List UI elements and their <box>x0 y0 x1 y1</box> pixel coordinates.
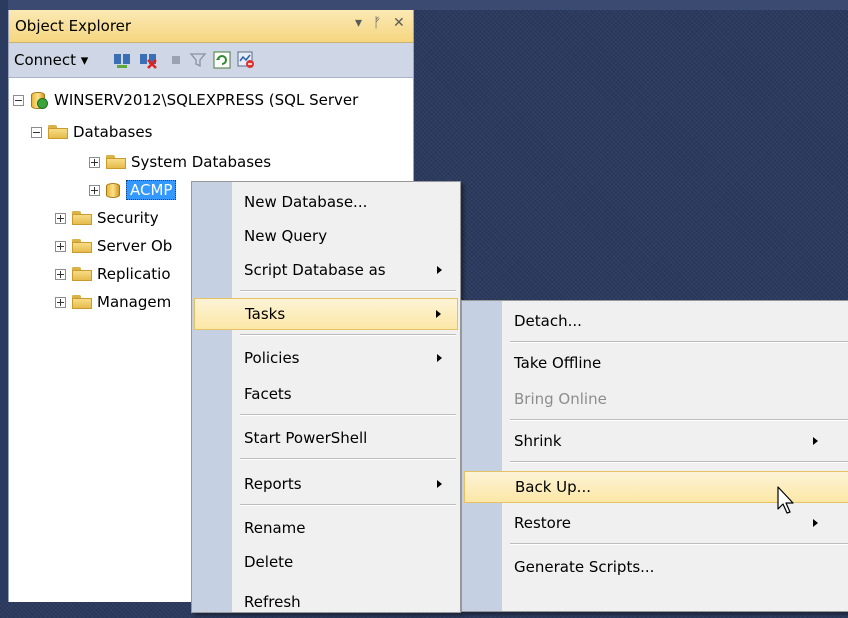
panel-title: Object Explorer <box>15 17 132 35</box>
expand-icon[interactable] <box>55 240 66 252</box>
submenu-arrow-icon <box>813 437 818 445</box>
menu-item-new-query[interactable]: New Query <box>194 220 458 252</box>
menu-separator <box>240 414 456 416</box>
connect-icon[interactable] <box>113 51 131 69</box>
object-explorer-title-bar[interactable]: Object Explorer ▾ ᚠ ✕ <box>9 10 413 43</box>
server-icon <box>30 90 48 110</box>
menu-item-policies[interactable]: Policies <box>194 342 458 374</box>
menu-item-facets[interactable]: Facets <box>194 378 458 410</box>
tree-node-label-selected: ACMP <box>126 180 177 200</box>
tree-node-label: System Databases <box>131 153 272 171</box>
pin-icon[interactable]: ᚠ <box>373 15 381 31</box>
window-top-edge <box>0 0 848 10</box>
menu-item-new-database[interactable]: New Database... <box>194 186 458 218</box>
submenu-arrow-icon <box>437 354 442 362</box>
menu-separator <box>510 461 848 463</box>
tree-node-label: Managem <box>97 293 172 311</box>
submenu-arrow-icon <box>813 519 818 527</box>
menu-item-reports[interactable]: Reports <box>194 468 458 500</box>
tree-node-security[interactable]: Security <box>55 206 159 230</box>
stop-icon[interactable] <box>167 51 185 69</box>
menu-separator <box>510 419 848 421</box>
tree-node-management[interactable]: Managem <box>55 290 171 314</box>
menu-separator <box>240 334 456 336</box>
folder-icon <box>48 125 68 139</box>
menu-separator <box>510 543 848 545</box>
menu-item-take-offline[interactable]: Take Offline <box>464 347 848 379</box>
disconnect-icon[interactable] <box>139 51 157 69</box>
menu-item-detach[interactable]: Detach... <box>464 305 848 337</box>
expand-icon[interactable] <box>55 268 66 280</box>
tree-node-label: Server Ob <box>97 237 173 255</box>
collapse-icon[interactable] <box>13 94 24 106</box>
tree-node-label: Databases <box>73 123 153 141</box>
database-icon <box>106 181 120 199</box>
submenu-arrow-icon <box>437 480 442 488</box>
object-explorer-toolbar: Connect ▾ <box>9 43 413 78</box>
tree-node-label: Security <box>97 209 159 227</box>
menu-item-start-powershell[interactable]: Start PowerShell <box>194 422 458 454</box>
menu-item-generate-scripts[interactable]: Generate Scripts... <box>464 551 848 583</box>
tree-node-replication[interactable]: Replicatio <box>55 262 171 286</box>
expand-icon[interactable] <box>89 156 100 168</box>
tree-node-label: Replicatio <box>97 265 171 283</box>
refresh-icon[interactable] <box>213 51 231 69</box>
menu-separator <box>240 458 456 460</box>
menu-separator <box>240 290 456 292</box>
submenu-arrow-icon <box>437 266 442 274</box>
folder-icon <box>72 295 92 309</box>
filter-icon[interactable] <box>189 51 207 69</box>
tree-node-databases[interactable]: Databases <box>31 120 152 144</box>
folder-icon <box>72 211 92 225</box>
database-context-menu: New Database... New Query Script Databas… <box>191 181 461 613</box>
menu-item-shrink[interactable]: Shrink <box>464 425 848 457</box>
menu-separator <box>510 341 848 343</box>
chevron-down-icon[interactable]: ▾ <box>355 15 362 31</box>
tree-node-server[interactable]: WINSERV2012\SQLEXPRESS (SQL Server <box>13 88 358 112</box>
folder-icon <box>72 239 92 253</box>
menu-item-delete[interactable]: Delete <box>194 546 458 578</box>
menu-item-script-database-as[interactable]: Script Database as <box>194 254 458 286</box>
menu-item-tasks[interactable]: Tasks <box>194 298 458 330</box>
tree-node-label: WINSERV2012\SQLEXPRESS (SQL Server <box>54 91 359 109</box>
menu-item-rename[interactable]: Rename <box>194 512 458 544</box>
menu-item-bring-online: Bring Online <box>514 390 607 408</box>
tasks-submenu: Detach... Take Offline Bring Online Shri… <box>461 300 848 612</box>
expand-icon[interactable] <box>89 184 100 196</box>
collapse-icon[interactable] <box>31 126 42 138</box>
expand-icon[interactable] <box>55 212 66 224</box>
tree-node-acmp[interactable]: ACMP <box>89 178 177 202</box>
folder-icon <box>72 267 92 281</box>
expand-icon[interactable] <box>55 296 66 308</box>
menu-item-refresh[interactable]: Refresh <box>194 586 458 618</box>
activity-monitor-icon[interactable] <box>237 51 255 69</box>
mouse-cursor-icon <box>777 486 794 514</box>
folder-icon <box>106 155 126 169</box>
connect-button[interactable]: Connect ▾ <box>14 51 88 69</box>
window-left-edge <box>0 0 8 602</box>
tree-node-server-objects[interactable]: Server Ob <box>55 234 172 258</box>
submenu-arrow-icon <box>436 310 441 318</box>
close-icon[interactable]: ✕ <box>393 15 405 31</box>
tree-node-system-databases[interactable]: System Databases <box>89 150 271 174</box>
menu-separator <box>240 504 456 506</box>
